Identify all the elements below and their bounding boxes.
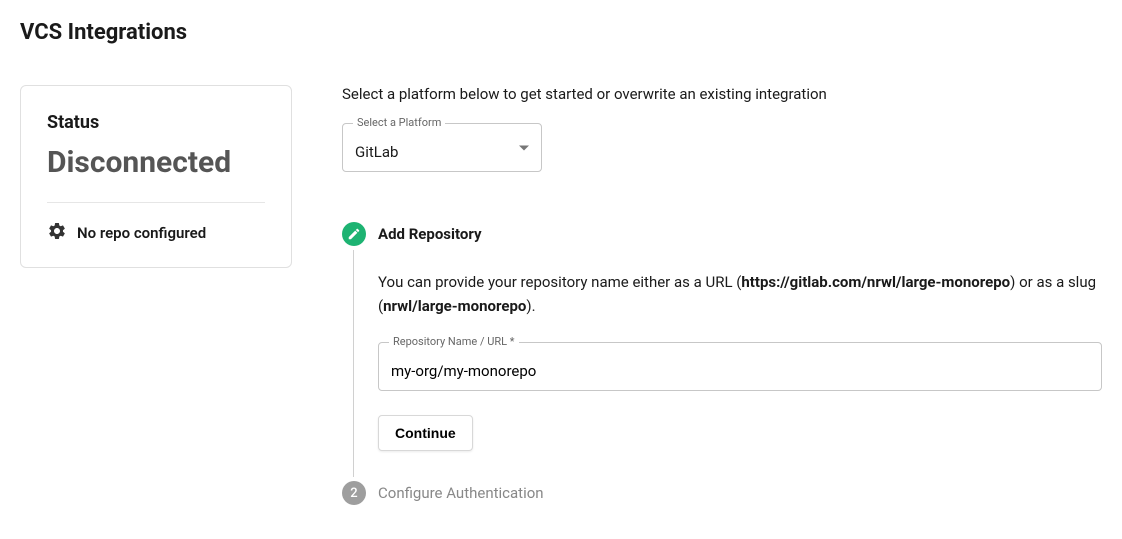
stepper: Add Repository You can provide your repo… bbox=[342, 222, 1102, 505]
step1-description: You can provide your repository name eit… bbox=[378, 270, 1102, 318]
repository-name-input[interactable] bbox=[391, 362, 1089, 380]
chevron-down-icon bbox=[519, 145, 529, 150]
repo-status-text: No repo configured bbox=[77, 224, 206, 242]
repository-name-field-wrap: Repository Name / URL * bbox=[378, 342, 1102, 391]
step-add-repository: Add Repository You can provide your repo… bbox=[342, 222, 1102, 481]
gear-icon bbox=[47, 221, 67, 245]
step-number-icon: 2 bbox=[342, 481, 366, 505]
platform-select[interactable]: Select a Platform GitLab bbox=[342, 123, 542, 172]
pencil-icon bbox=[342, 222, 366, 246]
status-card: Status Disconnected No repo configured bbox=[20, 85, 292, 268]
status-value: Disconnected bbox=[47, 145, 265, 180]
repo-status: No repo configured bbox=[47, 221, 265, 245]
platform-select-value: GitLab bbox=[355, 143, 398, 161]
intro-text: Select a platform below to get started o… bbox=[342, 85, 1102, 103]
repository-name-label: Repository Name / URL * bbox=[389, 335, 519, 348]
main-content: Select a platform below to get started o… bbox=[342, 85, 1102, 505]
desc-text: You can provide your repository name eit… bbox=[378, 273, 741, 291]
divider bbox=[47, 202, 265, 203]
step2-title: Configure Authentication bbox=[378, 481, 1102, 505]
desc-text: ). bbox=[526, 297, 535, 315]
desc-url-example: https://gitlab.com/nrwl/large-monorepo bbox=[741, 273, 1010, 291]
step-connector bbox=[353, 250, 354, 477]
desc-slug-example: nrwl/large-monorepo bbox=[383, 297, 526, 315]
platform-select-label: Select a Platform bbox=[353, 116, 445, 129]
page-title: VCS Integrations bbox=[20, 20, 1102, 45]
sidebar: Status Disconnected No repo configured bbox=[20, 85, 292, 505]
continue-button[interactable]: Continue bbox=[378, 415, 473, 451]
step1-title: Add Repository bbox=[378, 222, 1102, 246]
step-configure-authentication: 2 Configure Authentication bbox=[342, 481, 1102, 505]
status-label: Status bbox=[47, 112, 265, 133]
